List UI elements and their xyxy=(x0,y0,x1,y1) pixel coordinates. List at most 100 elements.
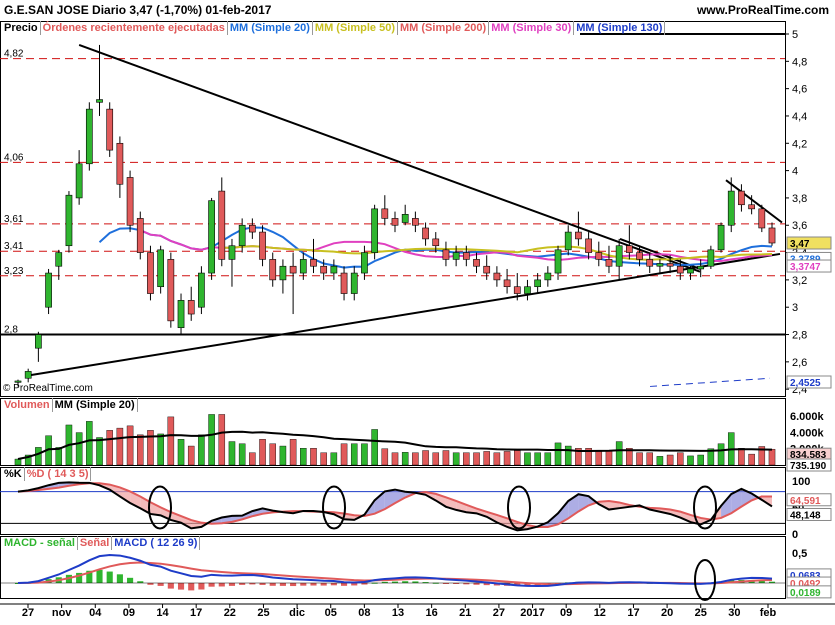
candle-up xyxy=(208,200,215,274)
candle-up xyxy=(401,214,409,223)
candle-up xyxy=(717,224,725,251)
candle-down xyxy=(147,252,154,294)
legend-ma130[interactable]: MM (Simple 130) xyxy=(574,21,666,35)
candle-down xyxy=(167,259,175,322)
flag-ma200: 2,4525 xyxy=(790,378,821,389)
legend-ma30[interactable]: MM (Simple 30) xyxy=(489,21,575,35)
legend-d[interactable]: %D ( 14 3 5) xyxy=(25,467,92,481)
volume-bar xyxy=(697,454,704,466)
macd-hist-bar xyxy=(137,581,144,583)
volume-bar xyxy=(636,452,643,466)
candle-up xyxy=(55,252,63,267)
volume-bar xyxy=(126,425,134,466)
price-axis-label: 4,8 xyxy=(792,56,807,68)
volume-bar xyxy=(401,452,409,466)
legend-signal[interactable]: Señal xyxy=(78,536,113,550)
price-axis-label: 4,6 xyxy=(792,84,807,96)
candle-up xyxy=(452,252,460,260)
candle-down xyxy=(412,218,419,226)
candle-up xyxy=(279,265,287,281)
volume-bar xyxy=(259,439,266,466)
volume-bar xyxy=(320,452,327,466)
candle-down xyxy=(676,265,684,274)
volume-bar xyxy=(106,430,113,466)
candle-up xyxy=(75,163,83,199)
time-axis-label: 25 xyxy=(695,607,707,619)
legend-ma20[interactable]: MM (Simple 20) xyxy=(228,21,313,35)
volume-bar xyxy=(646,452,653,466)
time-axis-label: 05 xyxy=(325,607,337,619)
macd-hist-bar xyxy=(320,583,327,586)
candle-up xyxy=(615,245,623,267)
time-axis-label: 14 xyxy=(156,607,169,619)
site-url: www.ProRealTime.com xyxy=(696,3,829,17)
legend-volume[interactable]: Volumen xyxy=(2,398,53,412)
price-axis-label: 2,8 xyxy=(792,330,807,342)
time-axis-label: 27 xyxy=(493,607,505,619)
candle-down xyxy=(187,300,195,315)
volume-bar xyxy=(768,448,776,466)
time-axis-label: 17 xyxy=(627,607,639,619)
chart-svg: 4,824,063,613,413,232,854,84,64,44,243,8… xyxy=(0,21,835,619)
trendline-support xyxy=(28,252,781,377)
time-axis-label: 09 xyxy=(123,607,135,619)
volume-bar xyxy=(463,452,470,466)
candle-up xyxy=(554,249,562,274)
volume-bar xyxy=(75,432,83,466)
time-axis-label: feb xyxy=(760,607,777,619)
macd-hist-bar xyxy=(239,583,246,585)
macd-hist-bar xyxy=(259,583,266,585)
volume-bar xyxy=(381,448,389,466)
macd-legend: MACD - señal Señal MACD ( 12 26 9) xyxy=(2,536,201,550)
candle-up xyxy=(96,99,103,103)
volume-bar xyxy=(238,443,246,466)
legend-price[interactable]: Precio xyxy=(2,21,41,35)
macd-hist-bar xyxy=(127,577,134,583)
volume-bar xyxy=(666,454,674,466)
stoch-axis-label: 100 xyxy=(792,476,810,488)
volume-bar xyxy=(340,443,348,466)
volume-axis-label: 6.000k xyxy=(790,411,825,423)
candle-up xyxy=(330,265,338,274)
candle-down xyxy=(116,142,124,185)
volume-bar xyxy=(534,452,541,466)
time-axis-label: 08 xyxy=(358,607,370,619)
price-axis-label: 4 xyxy=(792,166,798,178)
legend-macd-hist[interactable]: MACD - señal xyxy=(2,536,78,550)
candle-up xyxy=(24,371,32,379)
time-axis-label: 04 xyxy=(89,607,102,619)
time-axis-label: 20 xyxy=(661,607,673,619)
macd-axis-label: 0,5 xyxy=(792,548,807,560)
volume-bar xyxy=(269,443,276,466)
macd-hist-bar xyxy=(269,583,276,586)
time-axis-label: 22 xyxy=(224,607,236,619)
candle-up xyxy=(687,268,694,274)
volume-bar xyxy=(544,452,552,466)
volume-bar xyxy=(249,452,256,466)
volume-bar xyxy=(116,427,124,466)
volume-bar xyxy=(432,452,440,466)
price-axis-label: 4,4 xyxy=(792,111,807,123)
volume-bar xyxy=(55,447,63,466)
legend-orders[interactable]: Órdenes recientemente ejecutadas xyxy=(41,21,228,35)
flag-volume-last: 735.190 xyxy=(790,461,827,472)
volume-bar xyxy=(187,445,195,466)
legend-macd[interactable]: MACD ( 12 26 9) xyxy=(112,536,201,550)
candle-down xyxy=(442,249,450,260)
legend-ma200[interactable]: MM (Simple 200) xyxy=(398,21,490,35)
macd-hist-bar xyxy=(402,581,409,583)
legend-ma50[interactable]: MM (Simple 50) xyxy=(313,21,398,35)
volume-bar xyxy=(687,455,694,466)
candle-down xyxy=(473,259,480,267)
price-axis-label: 3,8 xyxy=(792,193,807,205)
candle-down xyxy=(748,204,755,210)
macd-hist-bar xyxy=(208,583,215,587)
volume-bar xyxy=(391,452,399,466)
legend-k[interactable]: %K xyxy=(2,467,25,481)
price-level-label: 3,61 xyxy=(4,214,24,225)
volume-bar xyxy=(483,451,490,466)
candle-up xyxy=(361,252,368,274)
legend-volume-ma[interactable]: MM (Simple 20) xyxy=(53,398,138,412)
price-level-label: 2,8 xyxy=(4,325,18,336)
volume-bar xyxy=(310,448,317,466)
